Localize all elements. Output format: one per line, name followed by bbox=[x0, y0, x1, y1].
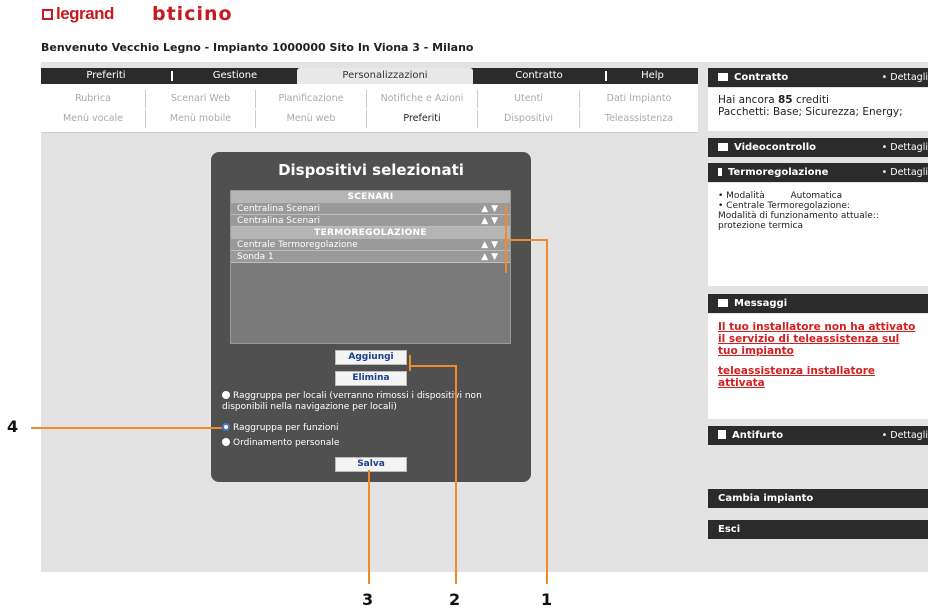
move-up-down-icon[interactable]: ▲ ▼ bbox=[481, 239, 498, 251]
contract-icon bbox=[718, 73, 728, 81]
tab-contratto[interactable]: Contratto bbox=[473, 68, 605, 84]
submenu: Rubrica Scenari Web Pianificazione Notif… bbox=[41, 84, 698, 133]
logout-link[interactable]: Esci bbox=[708, 520, 928, 539]
remove-button[interactable]: Elimina bbox=[335, 371, 407, 386]
panel-messaggi-header: Messaggi bbox=[708, 294, 928, 313]
panel-termo-header: Termoregolazione • Dettagli bbox=[708, 163, 928, 182]
move-up-down-icon[interactable]: ▲ ▼ bbox=[481, 251, 498, 263]
list-group-scenari: SCENARI bbox=[231, 191, 510, 203]
radio-button-icon[interactable] bbox=[222, 438, 230, 446]
list-item-label: Centralina Scenari bbox=[237, 216, 320, 226]
submenu-rubrica[interactable]: Rubrica bbox=[41, 90, 146, 108]
credits-prefix: Hai ancora bbox=[718, 94, 775, 106]
callout-number: 4 bbox=[7, 417, 19, 436]
message-link[interactable]: teleassistenza installatore attivata bbox=[718, 365, 918, 389]
callout-line bbox=[455, 365, 457, 584]
credits-count: 85 bbox=[777, 94, 793, 106]
list-item[interactable]: Centralina Scenari ▲ ▼ bbox=[231, 215, 510, 227]
add-button[interactable]: Aggiungi bbox=[335, 350, 407, 365]
envelope-icon bbox=[718, 299, 728, 307]
tab-help[interactable]: Help bbox=[607, 68, 698, 84]
message-link[interactable]: Il tuo installatore non ha attivato il s… bbox=[718, 321, 918, 357]
lock-icon bbox=[718, 430, 726, 439]
submenu-menu-mobile[interactable]: Menù mobile bbox=[146, 110, 256, 128]
submenu-dispositivi[interactable]: Dispositivi bbox=[478, 110, 580, 128]
submenu-teleassistenza[interactable]: Teleassistenza bbox=[580, 110, 698, 128]
camera-icon bbox=[718, 143, 728, 151]
radio-group-by-rooms[interactable]: Raggruppa per locali (verranno rimossi i… bbox=[222, 391, 522, 413]
welcome-text: Benvenuto Vecchio Legno - Impianto 10000… bbox=[41, 41, 474, 54]
selected-devices-list[interactable]: SCENARI Centralina Scenari ▲ ▼ Centralin… bbox=[230, 190, 511, 344]
tab-preferiti[interactable]: Preferiti bbox=[41, 68, 171, 84]
radio-custom-order[interactable]: Ordinamento personale bbox=[222, 438, 522, 449]
list-group-termoregolazione: TERMOREGOLAZIONE bbox=[231, 227, 510, 239]
tab-personalizzazioni[interactable]: Personalizzazioni bbox=[297, 68, 473, 84]
panel-antifurto-header: Antifurto • Dettagli bbox=[708, 426, 928, 445]
list-item-label: Sonda 1 bbox=[237, 252, 274, 262]
details-link[interactable]: • Dettagli bbox=[882, 426, 928, 445]
callout-line bbox=[368, 470, 370, 584]
callout-line bbox=[505, 239, 547, 241]
panel-video-header: Videocontrollo • Dettagli bbox=[708, 138, 928, 157]
panel-title: Antifurto bbox=[732, 430, 784, 441]
callout-line bbox=[546, 239, 548, 584]
callout-bracket bbox=[409, 355, 411, 371]
central-label: • Centrale Termoregolazione: bbox=[718, 201, 850, 211]
current-mode-label: Modalità di funzionamento attuale:: bbox=[718, 211, 879, 221]
radio-label: Raggruppa per locali (verranno rimossi i… bbox=[222, 391, 482, 412]
radio-label: Raggruppa per funzioni bbox=[233, 423, 339, 433]
panel-title: Messaggi bbox=[734, 298, 788, 309]
mode-label: • Modalità bbox=[718, 191, 765, 201]
panel-title: Videocontrollo bbox=[734, 142, 817, 153]
dialog-title: Dispositivi selezionati bbox=[278, 161, 464, 179]
submenu-notifiche[interactable]: Notifiche e Azioni bbox=[367, 90, 478, 108]
panel-title: Contratto bbox=[734, 72, 789, 83]
current-mode-value: protezione termica bbox=[718, 221, 803, 231]
callout-line bbox=[31, 427, 222, 429]
list-item[interactable]: Centrale Termoregolazione ▲ ▼ bbox=[231, 239, 510, 251]
change-site-link[interactable]: Cambia impianto bbox=[708, 489, 928, 508]
callout-number: 2 bbox=[449, 590, 461, 609]
top-tabs: Preferiti Gestione Personalizzazioni Con… bbox=[41, 68, 698, 84]
save-button[interactable]: Salva bbox=[335, 457, 407, 472]
list-item[interactable]: Centralina Scenari ▲ ▼ bbox=[231, 203, 510, 215]
panel-title: Termoregolazione bbox=[728, 167, 829, 178]
radio-button-icon[interactable] bbox=[222, 391, 230, 399]
move-up-down-icon[interactable]: ▲ ▼ bbox=[481, 203, 498, 215]
mode-value: Automatica bbox=[790, 191, 843, 201]
packages-text: Pacchetti: Base; Sicurezza; Energy; bbox=[718, 106, 903, 118]
callout-number: 1 bbox=[541, 590, 553, 609]
callout-number: 3 bbox=[362, 590, 374, 609]
details-link[interactable]: • Dettagli bbox=[882, 68, 928, 87]
move-up-down-icon[interactable]: ▲ ▼ bbox=[481, 215, 498, 227]
submenu-utenti[interactable]: Utenti bbox=[478, 90, 580, 108]
submenu-dati-impianto[interactable]: Dati Impianto bbox=[580, 90, 698, 108]
list-item-label: Centralina Scenari bbox=[237, 204, 320, 214]
submenu-menu-web[interactable]: Menù web bbox=[256, 110, 367, 128]
bticino-logo: bticino bbox=[152, 3, 233, 25]
radio-selected-icon[interactable] bbox=[222, 423, 230, 431]
legrand-logo: legrand bbox=[42, 4, 114, 24]
panel-contratto-header: Contratto • Dettagli bbox=[708, 68, 928, 87]
tab-gestione[interactable]: Gestione bbox=[173, 68, 297, 84]
callout-line bbox=[409, 365, 456, 367]
details-link[interactable]: • Dettagli bbox=[882, 163, 928, 182]
panel-termo-body: • Modalità Automatica • Centrale Termore… bbox=[708, 183, 928, 286]
list-item-label: Centrale Termoregolazione bbox=[237, 240, 358, 250]
radio-label: Ordinamento personale bbox=[233, 438, 340, 448]
submenu-scenari-web[interactable]: Scenari Web bbox=[146, 90, 256, 108]
credits-suffix: crediti bbox=[795, 94, 829, 106]
submenu-pianificazione[interactable]: Pianificazione bbox=[256, 90, 367, 108]
panel-contratto-body: Hai ancora 85 crediti Pacchetti: Base; S… bbox=[708, 88, 928, 131]
list-item[interactable]: Sonda 1 ▲ ▼ bbox=[231, 251, 510, 263]
submenu-preferiti[interactable]: Preferiti bbox=[367, 110, 478, 128]
submenu-menu-vocale[interactable]: Menù vocale bbox=[41, 110, 146, 128]
radio-group-by-functions[interactable]: Raggruppa per funzioni bbox=[222, 423, 522, 434]
panel-messaggi-body: Il tuo installatore non ha attivato il s… bbox=[708, 314, 928, 419]
details-link[interactable]: • Dettagli bbox=[882, 138, 928, 157]
thermometer-icon bbox=[718, 168, 722, 176]
